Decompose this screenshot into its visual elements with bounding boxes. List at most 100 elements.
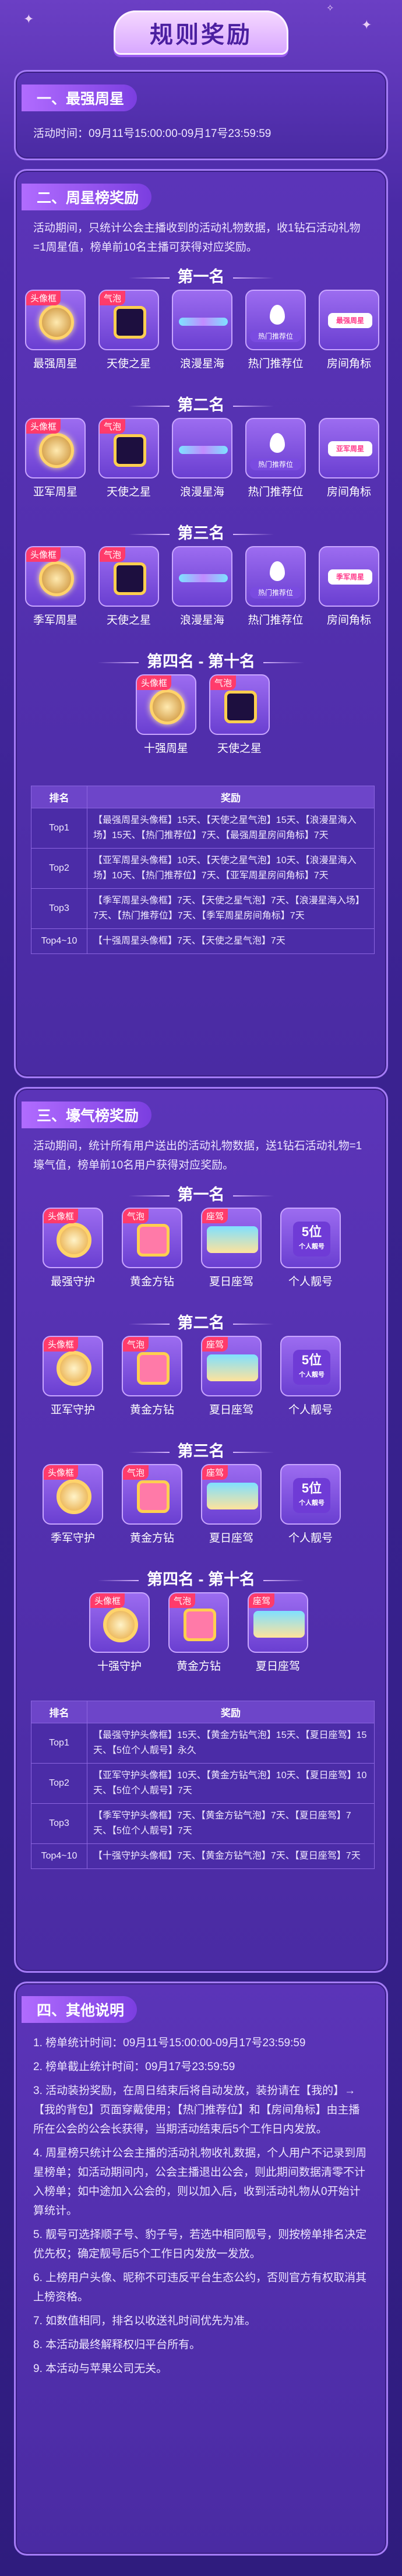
reward-cell: 【最强守护头像框】15天、【黄金方钻气泡】15天、【夏日座驾】15天、【5位个人… bbox=[87, 1723, 375, 1764]
reward-icon: 气泡 bbox=[122, 1464, 182, 1525]
reward-item: 热门推荐位 热门推荐位 bbox=[242, 290, 309, 371]
reward-caption: 房间角标 bbox=[326, 486, 371, 498]
reward-table: 排名 奖励 Top1 【最强周星头像框】15天、【天使之星气泡】15天、【浪漫星海… bbox=[31, 786, 375, 954]
reward-icon: 座驾 bbox=[201, 1336, 262, 1396]
reward-item: 亚军周星 房间角标 bbox=[315, 418, 383, 499]
reward-caption: 房间角标 bbox=[326, 358, 371, 370]
rank-cell: Top2 bbox=[31, 1763, 87, 1804]
reward-caption: 夏日座驾 bbox=[209, 1404, 253, 1416]
mini-label: 个人靓号 bbox=[299, 1500, 325, 1507]
reward-item: 气泡 天使之星 bbox=[95, 418, 163, 499]
section-heading: 一、最强周星 bbox=[22, 85, 137, 111]
reward-icon: 季军周星 bbox=[319, 546, 379, 607]
reward-icon bbox=[172, 546, 232, 607]
reward-icon: 头像框 bbox=[89, 1592, 150, 1653]
reward-caption: 夏日座驾 bbox=[209, 1276, 253, 1288]
rank-title: 第一名 bbox=[16, 1182, 386, 1205]
reward-item: 浪漫星海 bbox=[168, 546, 236, 627]
reward-icon: 热门推荐位 bbox=[245, 546, 306, 607]
reward-item: 5位 个人靓号 个人靓号 bbox=[277, 1336, 344, 1417]
table-row: Top2 【亚军周星头像框】10天、【天使之星气泡】10天、【浪漫星海入场】10天… bbox=[31, 848, 375, 889]
activity-time: 活动时间：09月11号15:00:00-09月17号23:59:59 bbox=[33, 128, 271, 140]
rank-title: 第三名 bbox=[16, 520, 386, 543]
reward-item: 座驾 夏日座驾 bbox=[244, 1592, 312, 1673]
reward-tag: 气泡 bbox=[210, 675, 237, 690]
reward-item: 头像框亚军守护 bbox=[39, 1336, 107, 1417]
note-item: 4. 周星榜只统计公会主播的活动礼物收礼数据，个人用户不记录到周星榜单；如活动期… bbox=[33, 2147, 367, 2217]
reward-item: 5位 个人靓号 个人靓号 bbox=[277, 1208, 344, 1289]
rank-title: 第四名 - 第十名 bbox=[16, 1567, 386, 1589]
reward-caption: 个人靓号 bbox=[288, 1532, 333, 1544]
table-row: Top3 【季军周星头像框】7天、【天使之星气泡】7天、【浪漫星海入场】7天、【热… bbox=[31, 888, 375, 929]
rank-title: 第三名 bbox=[16, 1438, 386, 1461]
reward-item: 气泡 天使之星 bbox=[95, 290, 163, 371]
mini-label: 热门推荐位 bbox=[250, 459, 301, 470]
section-heading: 二、周星榜奖励 bbox=[22, 184, 152, 210]
reward-tag: 座驾 bbox=[202, 1337, 228, 1352]
reward-caption: 天使之星 bbox=[217, 742, 262, 755]
note-item: 5. 靓号可选择顺子号、豹子号，若选中相同靓号，则按榜单排名决定优先权；确定靓号… bbox=[33, 2229, 367, 2260]
mini-label: 5位 bbox=[301, 1353, 322, 1367]
reward-caption: 季军周星 bbox=[33, 614, 77, 627]
reward-item: 头像框 季军周星 bbox=[22, 546, 89, 627]
reward-caption: 夏日座驾 bbox=[255, 1660, 300, 1673]
reward-caption: 亚军守护 bbox=[50, 1404, 95, 1416]
reward-cell: 【季军守护头像框】7天、【黄金方钻气泡】7天、【夏日座驾】7天、【5位个人靓号】… bbox=[87, 1803, 375, 1844]
reward-cell: 【十强周星头像框】7天、【天使之星气泡】7天 bbox=[87, 928, 375, 954]
reward-icon: 气泡 bbox=[98, 290, 159, 350]
reward-tag: 气泡 bbox=[123, 1337, 149, 1352]
reward-icon: 头像框 bbox=[43, 1464, 103, 1525]
reward-icon: 气泡 bbox=[209, 674, 270, 735]
reward-icon: 头像框 bbox=[25, 546, 86, 607]
reward-icon: 头像框 bbox=[25, 290, 86, 350]
rank-title: 第二名 bbox=[16, 392, 386, 415]
page-title-banner: 规则奖励 bbox=[114, 10, 288, 55]
reward-caption: 热门推荐位 bbox=[248, 614, 304, 627]
section-heading: 四、其他说明 bbox=[22, 1996, 137, 2023]
reward-icon: 气泡 bbox=[122, 1336, 182, 1396]
table-row: Top4~10 【十强守护头像框】7天、【黄金方钻气泡】7天、【夏日座驾】7天 bbox=[31, 1843, 375, 1869]
section-description: 活动期间，只统计公会主播收到的活动礼物数据，收1钻石活动礼物=1周星值，榜单前1… bbox=[33, 222, 361, 254]
reward-item: 气泡 黄金方钻 bbox=[165, 1592, 232, 1673]
table-row: Top1 【最强周星头像框】15天、【天使之星气泡】15天、【浪漫星海入场】15天… bbox=[31, 808, 375, 849]
section-tycoon-rewards: 三、壕气榜奖励 活动期间，统计所有用户送出的活动礼物数据，送1钻石活动礼物=1壕… bbox=[14, 1087, 388, 1973]
reward-icon bbox=[172, 290, 232, 350]
rank-cell: Top3 bbox=[31, 888, 87, 929]
reward-cell: 【亚军周星头像框】10天、【天使之星气泡】10天、【浪漫星海入场】10天、【热门… bbox=[87, 848, 375, 889]
reward-item: 头像框 十强守护 bbox=[86, 1592, 153, 1673]
reward-icon: 最强周星 bbox=[319, 290, 379, 350]
note-item: 3. 活动装扮奖励，在周日结束后将自动发放，装扮请在【我的】→【我的背包】页面穿… bbox=[33, 2085, 360, 2135]
reward-item: 气泡 黄金方钻 bbox=[118, 1208, 186, 1289]
reward-item: 季军周星 房间角标 bbox=[315, 546, 383, 627]
mini-label: 热门推荐位 bbox=[250, 330, 301, 342]
reward-item: 5位 个人靓号 个人靓号 bbox=[277, 1464, 344, 1545]
table-row: Top2 【亚军守护头像框】10天、【黄金方钻气泡】10天、【夏日座驾】10天、【… bbox=[31, 1763, 375, 1804]
reward-icon: 头像框 bbox=[25, 418, 86, 478]
reward-tag: 头像框 bbox=[44, 1337, 79, 1352]
reward-cell: 【亚军守护头像框】10天、【黄金方钻气泡】10天、【夏日座驾】10天、【5位个人… bbox=[87, 1763, 375, 1804]
reward-item: 头像框 季军守护 bbox=[39, 1464, 107, 1545]
reward-icon: 热门推荐位 bbox=[245, 418, 306, 478]
reward-item: 气泡天使之星 bbox=[206, 674, 273, 755]
note-item: 8. 本活动最终解释权归平台所有。 bbox=[33, 2339, 201, 2351]
reward-item: 气泡 黄金方钻 bbox=[118, 1336, 186, 1417]
reward-item: 浪漫星海 bbox=[168, 418, 236, 499]
mini-label: 亚军周星 bbox=[328, 441, 372, 456]
reward-tag: 头像框 bbox=[137, 675, 172, 690]
reward-item: 头像框最强守护 bbox=[39, 1208, 107, 1289]
section-other-notes: 四、其他说明 1. 榜单统计时间：09月11号15:00:00-09月17号23… bbox=[14, 1982, 388, 2556]
note-item: 6. 上榜用户头像、昵称不可违反平台生态公约，否则官方有权取消其上榜资格。 bbox=[33, 2272, 367, 2303]
reward-icon: 热门推荐位 bbox=[245, 290, 306, 350]
reward-caption: 黄金方钻 bbox=[176, 1660, 221, 1673]
reward-tag: 头像框 bbox=[44, 1209, 79, 1223]
sparkle-icon: ✦ bbox=[23, 12, 34, 26]
reward-caption: 最强守护 bbox=[50, 1276, 95, 1288]
reward-caption: 个人靓号 bbox=[288, 1404, 333, 1416]
section-description: 活动期间，统计所有用户送出的活动礼物数据，送1钻石活动礼物=1壕气值，榜单前10… bbox=[33, 1140, 362, 1171]
rank-title: 第二名 bbox=[16, 1310, 386, 1333]
reward-tag: 气泡 bbox=[123, 1465, 149, 1480]
table-row: Top1 【最强守护头像框】15天、【黄金方钻气泡】15天、【夏日座驾】15天、【… bbox=[31, 1723, 375, 1764]
reward-table: 排名 奖励 Top1 【最强守护头像框】15天、【黄金方钻气泡】15天、【夏日座驾… bbox=[31, 1701, 375, 1869]
rank-title: 第四名 - 第十名 bbox=[16, 649, 386, 671]
reward-item: 头像框 最强周星 bbox=[22, 290, 89, 371]
